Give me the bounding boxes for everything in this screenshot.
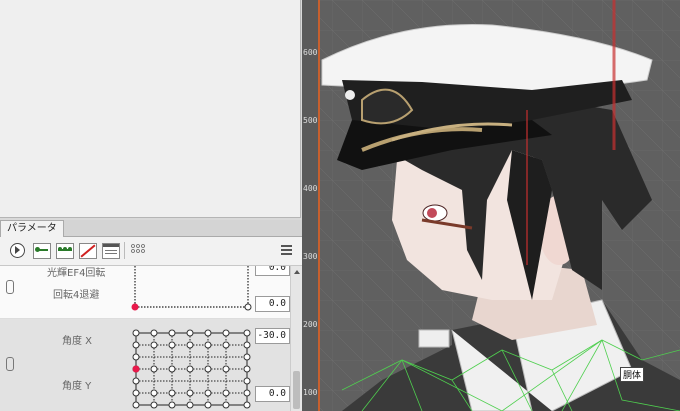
keyform-point: [243, 353, 251, 361]
scroll-up-icon[interactable]: [294, 270, 300, 274]
keyform-point: [150, 341, 158, 349]
keyform-point: [150, 389, 158, 397]
keyform-point: [243, 341, 251, 349]
keyform-point: [132, 341, 140, 349]
keyform-point: [222, 341, 230, 349]
keyform-point: [243, 377, 251, 385]
keyform-point: [222, 329, 230, 337]
ruler-label: 500: [303, 116, 318, 125]
keyform-point: [222, 365, 230, 373]
canvas-viewport[interactable]: 600 500 400 300 200 100 胴体: [302, 0, 680, 411]
keyform-point: [204, 389, 212, 397]
keyform-point: [222, 389, 230, 397]
keyform-point: [132, 329, 140, 337]
keyform-point: [204, 341, 212, 349]
parameter-value[interactable]: 0.0: [255, 296, 290, 312]
keyform-point: [132, 377, 140, 385]
keyform-point: [168, 341, 176, 349]
ruler-label: 600: [303, 48, 318, 57]
keyform-point: [168, 401, 176, 409]
keyform-point: [168, 389, 176, 397]
keyform-point: [204, 329, 212, 337]
ruler-label: 300: [303, 252, 318, 261]
parameter-label: 光輝EF4回転: [47, 268, 106, 279]
tab-parameters[interactable]: パラメータ: [0, 220, 64, 237]
link-icon[interactable]: [6, 357, 14, 371]
keyform-graph[interactable]: [130, 266, 254, 314]
parameter-toolbar: [0, 237, 302, 266]
play-circle-icon[interactable]: [10, 243, 25, 258]
keyform-grid[interactable]: [128, 325, 256, 411]
keyform-point: [186, 329, 194, 337]
keyform-point: [150, 401, 158, 409]
parameter-value[interactable]: 0.0: [255, 266, 290, 276]
keyform-point: [168, 365, 176, 373]
keyform-point: [222, 401, 230, 409]
keyform-point: [186, 401, 194, 409]
toolbar-divider: [124, 242, 125, 259]
body-deformer-label[interactable]: 胴体: [620, 367, 645, 382]
keyform-point: [150, 365, 158, 373]
panel-tab-bar: パラメータ: [0, 220, 302, 237]
link-icon[interactable]: [6, 280, 14, 294]
keyform-point: [132, 401, 140, 409]
scrollbar-thumb[interactable]: [293, 371, 300, 409]
grid-view-icon[interactable]: [130, 243, 146, 257]
vertical-ruler: 600 500 400 300 200 100: [302, 0, 320, 411]
empty-panel: [0, 0, 301, 218]
keyform-point: [168, 329, 176, 337]
keyform-point: [243, 365, 251, 373]
keyform-point: [132, 353, 140, 361]
keyform-point: [243, 401, 251, 409]
remove-keyform-icon[interactable]: [79, 243, 97, 259]
keyform-point: [204, 401, 212, 409]
keyform-point: [186, 341, 194, 349]
keyform-point: [204, 365, 212, 373]
active-keyform-point: [132, 365, 140, 373]
keyform-point: [150, 329, 158, 337]
parameter-list: 光輝EF4回転 回転4退避 0.0 0.0 角度 X 角度 Y -30.0 0.…: [0, 266, 290, 411]
character-illustration: [318, 0, 680, 411]
parameter-value[interactable]: -30.0: [255, 328, 290, 344]
keyform-point: [186, 365, 194, 373]
ruler-label: 400: [303, 184, 318, 193]
add-keyforms-icon[interactable]: [56, 243, 74, 259]
keyform-point: [243, 389, 251, 397]
parameter-group: 光輝EF4回転 回転4退避 0.0 0.0: [0, 266, 290, 319]
table-view-icon[interactable]: [102, 243, 120, 259]
parameter-group-selected: 角度 X 角度 Y -30.0 0.0: [0, 319, 290, 411]
parameter-label: 角度 X: [62, 336, 93, 347]
ruler-label: 100: [303, 388, 318, 397]
add-keyform-icon[interactable]: [33, 243, 51, 259]
parameter-label: 回転4退避: [53, 290, 100, 301]
parameter-value[interactable]: 0.0: [255, 386, 290, 402]
keyform-point: [186, 389, 194, 397]
menu-icon[interactable]: [281, 245, 292, 255]
keyform-point: [243, 329, 251, 337]
left-pane: パラメータ 光輝EF4回転 回転4退避 0.0 0.0 角度 X 角度 Y -3…: [0, 0, 303, 411]
ruler-label: 200: [303, 320, 318, 329]
keyform-point: [132, 389, 140, 397]
parameter-label: 角度 Y: [62, 381, 92, 392]
